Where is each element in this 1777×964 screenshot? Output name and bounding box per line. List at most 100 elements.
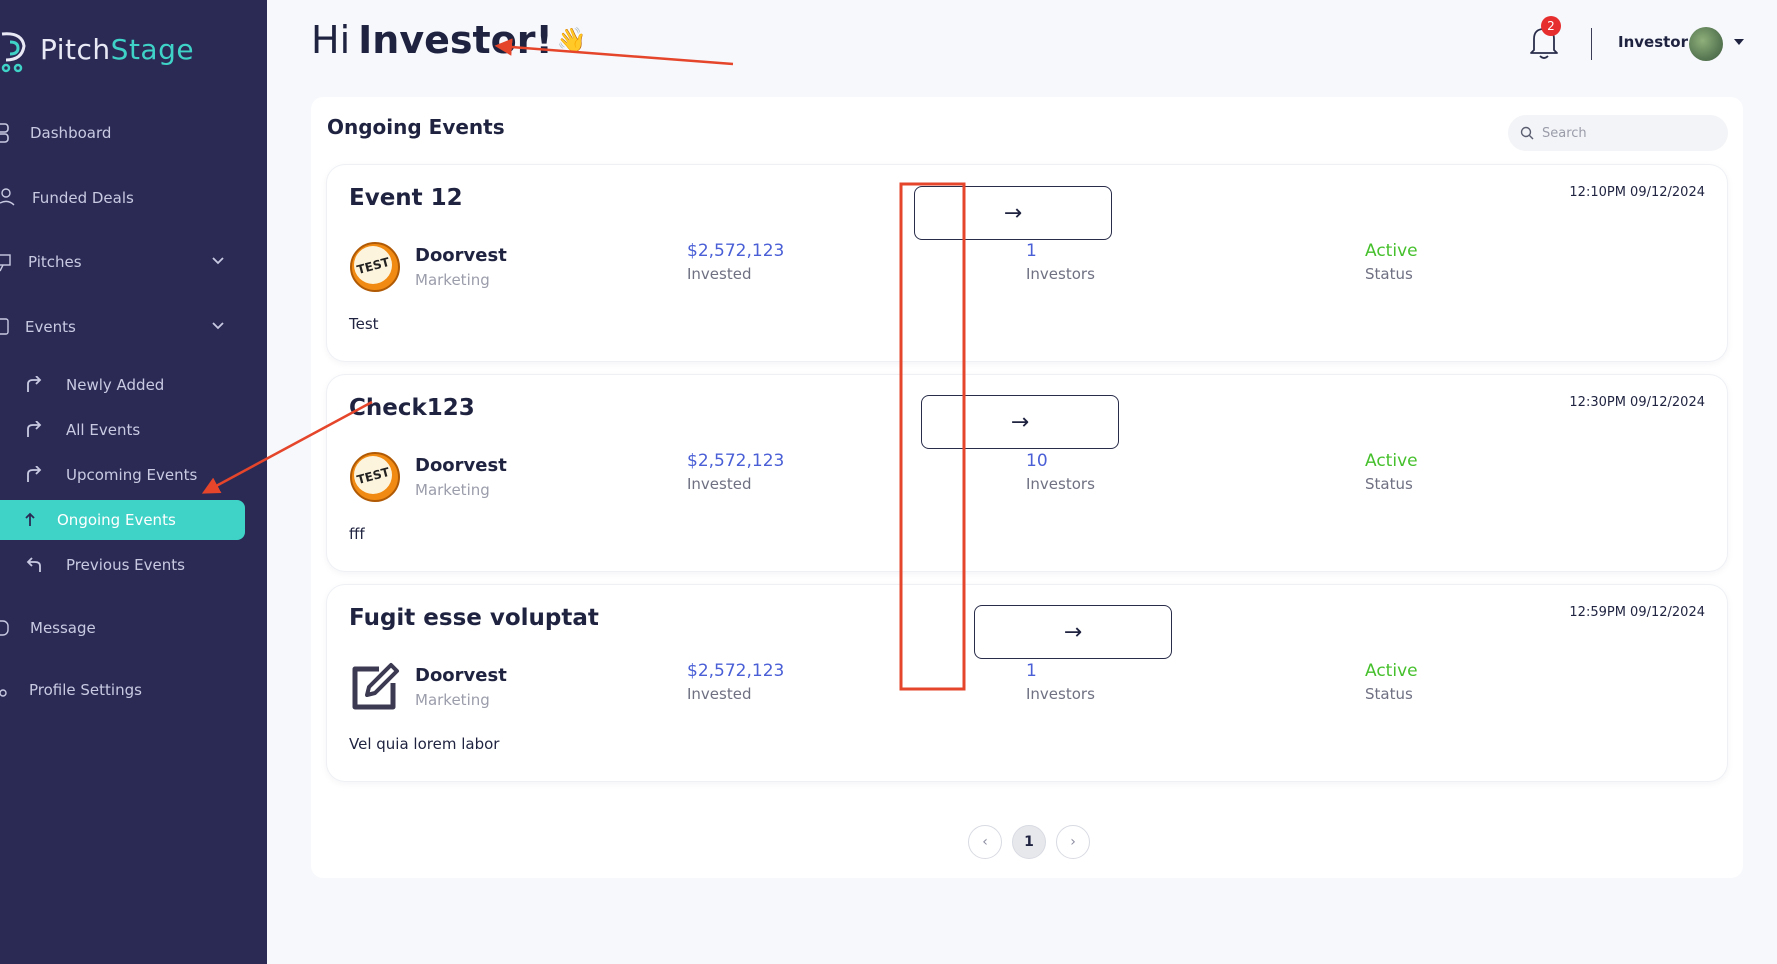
page-1-button[interactable]: 1 xyxy=(1012,825,1046,859)
event-description: fff xyxy=(349,525,365,543)
investors-value: 1 xyxy=(1026,241,1037,261)
event-title: Event 12 xyxy=(349,185,463,211)
header-divider xyxy=(1591,28,1592,60)
event-description: Test xyxy=(349,315,379,333)
invested-value: $2,572,123 xyxy=(687,661,785,681)
sidebar-item-label: Pitches xyxy=(28,253,82,271)
sidebar-subitem-previous-events[interactable]: Previous Events xyxy=(24,547,244,583)
chevron-down-icon[interactable] xyxy=(211,319,225,333)
test-badge-icon: TEST xyxy=(350,242,400,292)
sidebar-item-pitches[interactable]: Pitches xyxy=(0,242,245,282)
event-title: Fugit esse voluptat xyxy=(349,605,599,631)
prev-page-button[interactable]: ‹ xyxy=(968,825,1002,859)
arrow-right-icon: → xyxy=(1003,200,1023,226)
pagination: ‹ 1 › xyxy=(968,825,1090,859)
caret-down-icon[interactable] xyxy=(1733,37,1745,47)
event-description: Vel quia lorem labor xyxy=(349,735,500,753)
logo-text: PitchStage xyxy=(40,32,195,66)
test-badge-icon: TEST xyxy=(350,452,400,502)
event-card[interactable]: Event 12 12:10PM 09/12/2024 TEST Doorves… xyxy=(327,165,1727,361)
notification-badge: 2 xyxy=(1541,16,1561,36)
sidebar-subitem-label: Ongoing Events xyxy=(57,511,176,529)
sidebar-item-dashboard[interactable]: Dashboard xyxy=(0,113,245,153)
company-category: Marketing xyxy=(415,271,490,289)
investors-label: Investors xyxy=(1026,265,1095,283)
invested-label: Invested xyxy=(687,475,752,493)
avatar[interactable] xyxy=(1689,27,1723,61)
search-icon xyxy=(1520,126,1534,140)
sidebar-subitem-label: All Events xyxy=(66,421,141,439)
next-page-button[interactable]: › xyxy=(1056,825,1090,859)
redo-arrow-icon xyxy=(24,421,50,439)
company-name: Doorvest xyxy=(415,455,507,476)
status-label: Status xyxy=(1365,475,1413,493)
event-time: 12:30PM 09/12/2024 xyxy=(1569,395,1705,410)
sidebar-item-label: Events xyxy=(25,318,76,336)
grid-icon xyxy=(0,122,22,144)
sidebar-subitem-newly-added[interactable]: Newly Added xyxy=(24,367,244,403)
investors-value: 10 xyxy=(1026,451,1048,471)
sidebar-item-label: Message xyxy=(30,619,96,637)
sidebar-item-profile-settings[interactable]: Profile Settings xyxy=(0,670,245,710)
status-label: Status xyxy=(1365,685,1413,703)
wave-emoji-icon: 👋 xyxy=(556,26,587,54)
undo-arrow-icon xyxy=(24,556,50,574)
sidebar-item-label: Dashboard xyxy=(30,124,112,142)
event-title: Check123 xyxy=(349,395,475,421)
sidebar-item-label: Profile Settings xyxy=(29,681,142,699)
arrow-right-icon: → xyxy=(1063,619,1083,645)
sidebar-item-message[interactable]: Message xyxy=(0,608,245,648)
sidebar-subitem-ongoing-events[interactable]: Ongoing Events xyxy=(0,500,245,540)
open-event-button[interactable]: → xyxy=(914,186,1112,240)
invested-value: $2,572,123 xyxy=(687,451,785,471)
redo-arrow-icon xyxy=(24,466,50,484)
arrow-up-icon xyxy=(24,512,42,528)
user-name[interactable]: Investor xyxy=(1618,33,1688,51)
gear-icon xyxy=(0,679,22,701)
ongoing-events-panel: Ongoing Events Event 12 12:10PM 09/12/20… xyxy=(311,97,1743,878)
search-input[interactable] xyxy=(1542,125,1712,141)
company-category: Marketing xyxy=(415,691,490,709)
logo[interactable]: PitchStage xyxy=(0,22,194,76)
company-category: Marketing xyxy=(415,481,490,499)
status-label: Status xyxy=(1365,265,1413,283)
calendar-icon xyxy=(0,316,22,338)
status-value: Active xyxy=(1365,451,1418,471)
status-value: Active xyxy=(1365,661,1418,681)
arrow-right-icon: → xyxy=(1010,409,1030,435)
greeting-name: Investor! xyxy=(358,18,553,62)
sidebar: PitchStage Dashboard Funded Deals Pitche… xyxy=(0,0,267,964)
company-name: Doorvest xyxy=(415,665,507,686)
edit-icon xyxy=(352,663,399,710)
open-event-button[interactable]: → xyxy=(974,605,1172,659)
pitchstage-logo-icon xyxy=(1,32,26,73)
status-value: Active xyxy=(1365,241,1418,261)
search-box[interactable] xyxy=(1508,115,1728,151)
investors-label: Investors xyxy=(1026,475,1095,493)
event-card[interactable]: Check123 12:30PM 09/12/2024 TEST Doorves… xyxy=(327,375,1727,571)
chevron-down-icon[interactable] xyxy=(211,254,225,268)
sidebar-subitem-label: Upcoming Events xyxy=(66,466,198,484)
sidebar-item-label: Funded Deals xyxy=(32,189,134,207)
presentation-icon xyxy=(0,251,22,273)
sidebar-item-funded-deals[interactable]: Funded Deals xyxy=(0,178,245,218)
message-icon xyxy=(0,617,22,639)
sidebar-item-events[interactable]: Events xyxy=(0,307,245,347)
panel-title: Ongoing Events xyxy=(327,115,505,139)
open-event-button[interactable]: → xyxy=(921,395,1119,449)
investors-value: 1 xyxy=(1026,661,1037,681)
invested-label: Invested xyxy=(687,685,752,703)
event-time: 12:10PM 09/12/2024 xyxy=(1569,185,1705,200)
sidebar-subitem-label: Newly Added xyxy=(66,376,165,394)
company-name: Doorvest xyxy=(415,245,507,266)
redo-arrow-icon xyxy=(24,376,50,394)
invested-value: $2,572,123 xyxy=(687,241,785,261)
page-title: Hi Investor! 👋 xyxy=(311,18,587,62)
invested-label: Invested xyxy=(687,265,752,283)
sidebar-subitem-all-events[interactable]: All Events xyxy=(24,412,244,448)
sidebar-subitem-upcoming-events[interactable]: Upcoming Events xyxy=(24,457,244,493)
event-card[interactable]: Fugit esse voluptat 12:59PM 09/12/2024 D… xyxy=(327,585,1727,781)
greeting-hi: Hi xyxy=(311,18,351,62)
hand-coin-icon xyxy=(0,187,22,209)
investors-label: Investors xyxy=(1026,685,1095,703)
